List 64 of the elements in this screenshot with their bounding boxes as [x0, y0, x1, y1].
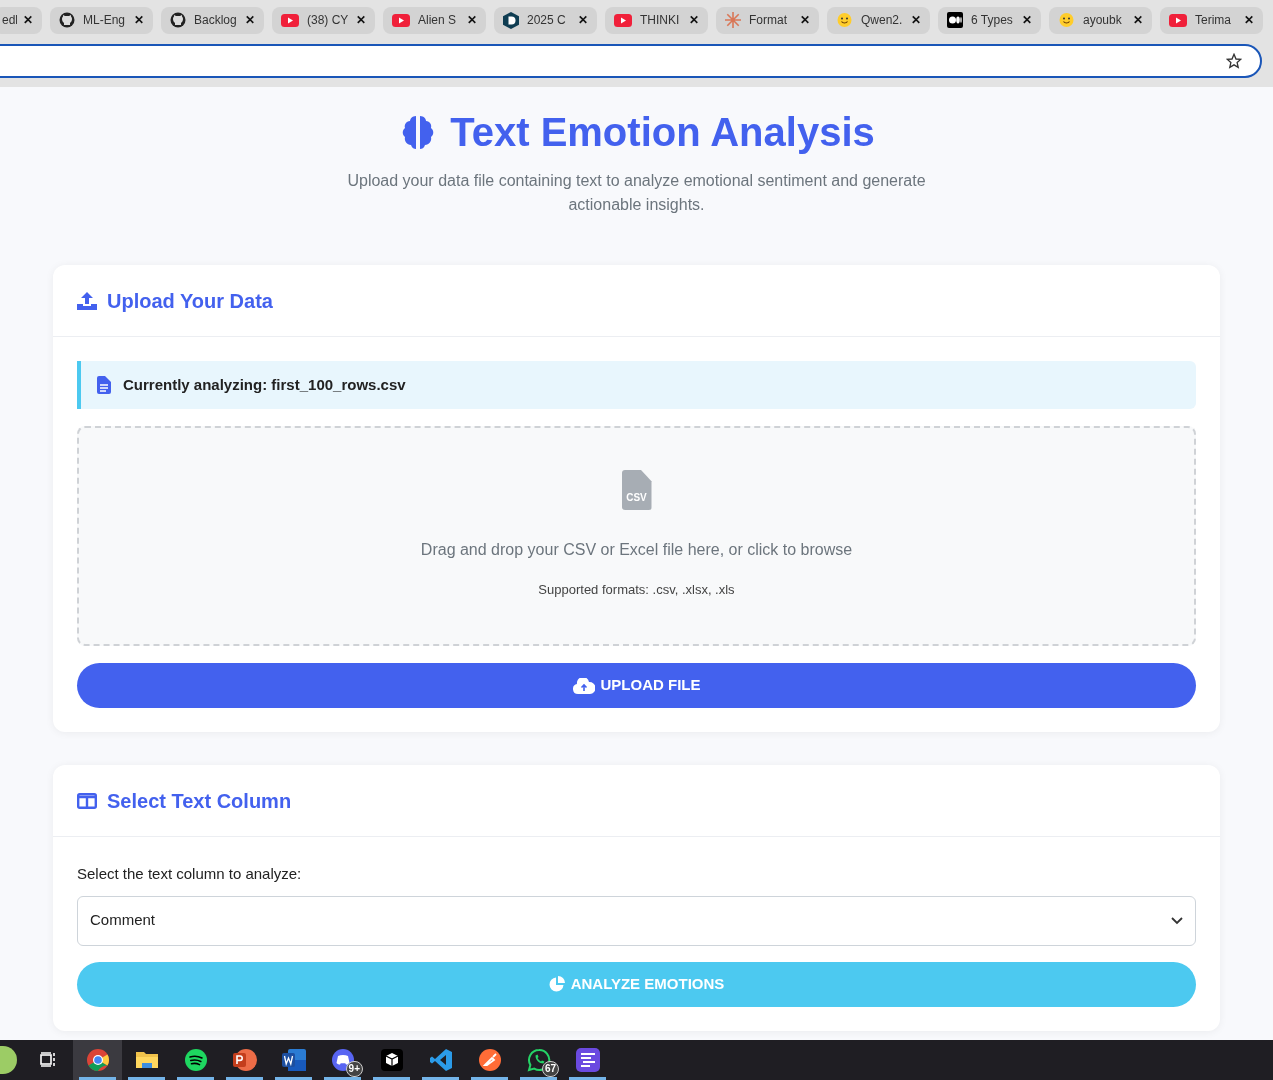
notification-badge: 67	[541, 1061, 559, 1077]
columns-icon	[77, 792, 97, 809]
card-title: Select Text Column	[107, 788, 292, 814]
upload-icon	[77, 291, 97, 310]
current-file-text: Currently analyzing: first_100_rows.csv	[123, 374, 406, 395]
browser-tab[interactable]: Alien S ✕	[383, 6, 486, 34]
close-tab-button[interactable]: ✕	[800, 14, 810, 26]
close-tab-button[interactable]: ✕	[911, 14, 921, 26]
csv-file-icon: CSV	[621, 470, 652, 510]
close-tab-button[interactable]: ✕	[1244, 14, 1254, 26]
video-play-icon	[614, 13, 632, 27]
browser-tab[interactable]: (38) CY ✕	[272, 6, 375, 34]
video-play-icon	[281, 13, 299, 27]
taskbar-app-button[interactable]: 9+	[318, 1040, 367, 1080]
taskbar-app-button[interactable]	[73, 1040, 122, 1080]
document-icon	[97, 376, 111, 394]
close-tab-button[interactable]: ✕	[1022, 14, 1032, 26]
browser-tab[interactable]: Backlog ✕	[161, 6, 264, 34]
video-play-icon	[1169, 13, 1187, 27]
cloud-upload-icon	[572, 677, 595, 694]
presentation-app-icon	[231, 1048, 258, 1072]
video-play-icon	[392, 13, 410, 27]
page-title: Text Emotion Analysis	[450, 109, 875, 156]
close-tab-button[interactable]: ✕	[356, 14, 366, 26]
address-bar[interactable]	[0, 44, 1262, 78]
desktop-edge-icon	[0, 1046, 17, 1074]
cube-icon	[380, 1049, 403, 1071]
hexagon-icon	[503, 11, 519, 29]
chevron-down-icon	[1171, 916, 1183, 925]
code-editor-icon	[428, 1048, 453, 1072]
browser-tab[interactable]: 2025 C ✕	[494, 6, 597, 34]
supported-formats: Supported formats: .csv, .xlsx, .xls	[538, 581, 735, 599]
close-tab-button[interactable]: ✕	[467, 14, 477, 26]
browser-tab[interactable]: Terima ✕	[1160, 6, 1263, 34]
taskbar-app-button[interactable]: 67	[514, 1040, 563, 1080]
folder-icon	[134, 1050, 159, 1070]
close-tab-button[interactable]: ✕	[1133, 14, 1143, 26]
smiley-icon	[1058, 12, 1075, 28]
browser-tab[interactable]: Qwen2. ✕	[827, 6, 930, 34]
text-lines-icon	[575, 1048, 600, 1072]
browser-tab[interactable]: edl ✕	[0, 6, 42, 34]
card-title: Upload Your Data	[107, 288, 273, 314]
column-select[interactable]: Comment	[77, 895, 1196, 946]
task-view-icon	[39, 1052, 58, 1068]
drop-zone[interactable]: CSV Drag and drop your CSV or Excel file here, or click to browse Supported formats: .csv, .xlsx, .xls	[77, 426, 1196, 646]
drop-instructions: Drag and drop your CSV or Excel file here, or click to browse	[420, 540, 853, 560]
browser-tab[interactable]: ML-Eng ✕	[50, 6, 153, 34]
document-app-icon	[280, 1048, 307, 1072]
pie-chart-icon	[548, 976, 565, 992]
browser-tab[interactable]: ayoubk ✕	[1049, 6, 1152, 34]
close-tab-button[interactable]: ✕	[578, 14, 588, 26]
bookmark-star-icon[interactable]	[1226, 53, 1242, 69]
smiley-icon	[836, 12, 853, 28]
upload-file-button[interactable]: UPLOAD FILE	[77, 663, 1196, 708]
field-label: Select the text column to analyze:	[77, 864, 303, 884]
close-tab-button[interactable]: ✕	[134, 14, 144, 26]
browser-tab[interactable]: Format ✕	[716, 6, 819, 34]
browser-tab[interactable]: 6 Types ✕	[938, 6, 1041, 34]
close-tab-button[interactable]: ✕	[245, 14, 255, 26]
close-tab-button[interactable]: ✕	[23, 14, 33, 26]
close-tab-button[interactable]: ✕	[689, 14, 699, 26]
page-subtitle: Upload your data file containing text to analyze emotional sentiment and generate actionable insights.	[346, 171, 927, 215]
burst-icon	[725, 12, 741, 28]
browser-tab[interactable]: THINKI ✕	[605, 6, 708, 34]
